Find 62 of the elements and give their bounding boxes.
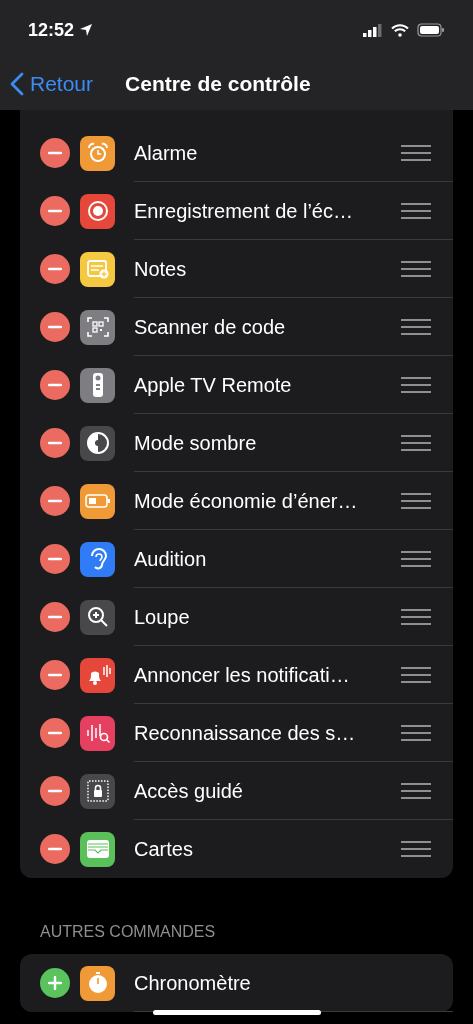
reorder-handle-icon[interactable] [401, 841, 431, 857]
remove-button[interactable] [40, 312, 70, 342]
control-label: Mode sombre [134, 430, 258, 456]
reorder-handle-icon[interactable] [401, 550, 431, 567]
wifi-icon [391, 23, 409, 37]
back-button[interactable]: Retour [10, 68, 94, 100]
remove-button[interactable] [40, 196, 70, 226]
control-label: Enregistrement de l’éc… [134, 198, 354, 224]
control-label: Apple TV Remote [134, 372, 293, 398]
location-arrow-icon [79, 23, 94, 37]
remove-button[interactable] [40, 602, 70, 632]
remove-button[interactable] [40, 834, 70, 864]
battery-icon [84, 494, 111, 508]
qr-code-icon [85, 315, 110, 339]
remove-button[interactable] [40, 254, 70, 284]
page-title: Centre de contrôle [125, 71, 311, 98]
waveform-search-icon [84, 721, 111, 745]
remove-button[interactable] [40, 718, 70, 748]
control-label: Cartes [134, 837, 194, 862]
reorder-handle-icon[interactable] [401, 492, 431, 509]
add-button[interactable] [40, 968, 70, 998]
reorder-handle-icon[interactable] [401, 782, 431, 799]
reorder-handle-icon[interactable] [401, 724, 431, 741]
remove-button[interactable] [40, 428, 70, 458]
reorder-handle-icon[interactable] [401, 376, 431, 393]
alarm-clock-icon [86, 142, 109, 164]
remove-button[interactable] [40, 370, 70, 400]
wallet-icon [84, 838, 111, 860]
control-label: Mode économie d’éner… [134, 488, 359, 514]
note-plus-icon [85, 258, 110, 280]
half-circle-icon [85, 431, 110, 455]
battery-icon [417, 23, 445, 37]
remove-button[interactable] [40, 486, 70, 516]
remove-button[interactable] [40, 544, 70, 574]
control-label: Chronomètre [134, 970, 252, 996]
control-label: Annoncer les notificati… [134, 662, 351, 688]
control-label: Scanner de code [134, 314, 287, 340]
control-label: Reconnaissance des s… [134, 720, 357, 746]
remove-button[interactable] [40, 138, 70, 168]
reorder-handle-icon[interactable] [401, 666, 431, 683]
reorder-handle-icon[interactable] [401, 608, 431, 625]
control-label: Audition [134, 546, 208, 572]
remote-icon [91, 372, 104, 398]
record-icon [86, 200, 109, 222]
reorder-handle-icon[interactable] [401, 144, 431, 161]
reorder-handle-icon[interactable] [401, 318, 431, 335]
signal-icon [363, 23, 383, 37]
remove-button[interactable] [40, 776, 70, 806]
reorder-handle-icon[interactable] [401, 260, 431, 277]
lock-icon [85, 779, 110, 803]
reorder-handle-icon[interactable] [401, 202, 431, 219]
reorder-handle-icon[interactable] [401, 434, 431, 451]
plus-icon [48, 976, 62, 990]
section-header: AUTRES COMMANDES [39, 922, 217, 942]
control-label: Accès guidé [134, 778, 244, 804]
control-label: Loupe [134, 604, 191, 630]
zoom-in-icon [85, 605, 110, 629]
control-label: Notes [134, 256, 188, 282]
status-time: 12:52 [28, 18, 75, 42]
control-label: Alarme [134, 140, 199, 166]
chevron-left-icon [10, 72, 24, 96]
remove-button[interactable] [40, 660, 70, 690]
